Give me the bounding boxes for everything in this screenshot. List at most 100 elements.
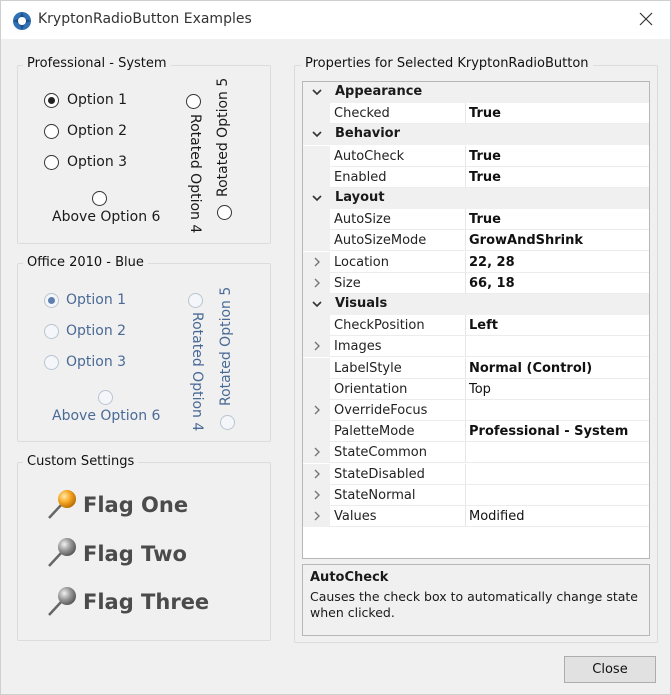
radio-pro-option-4[interactable] [186,94,201,109]
row-gutter [303,145,330,167]
radio-pro-option-4-label[interactable]: Rotated Option 4 [187,114,203,233]
property-row-autosize[interactable]: AutoSize True [303,209,649,231]
radio-pro-option-6[interactable] [92,191,107,206]
radio-pro-option-2[interactable] [44,124,59,139]
radio-office-option-1-label[interactable]: Option 1 [66,292,126,308]
column-divider [465,230,466,252]
property-row-statecommon[interactable]: StateCommon [303,442,649,464]
chevron-right-icon[interactable] [311,340,323,352]
property-value[interactable]: True [469,212,501,227]
property-row-checked[interactable]: Checked True [303,103,649,125]
group-professional-title: Professional - System [23,56,171,71]
column-divider [465,463,466,485]
property-row-images[interactable]: Images [303,336,649,358]
chevron-right-icon[interactable] [311,489,323,501]
category-appearance[interactable]: Appearance [303,82,649,103]
close-window-icon[interactable] [636,9,656,29]
property-value[interactable]: GrowAndShrink [469,233,583,248]
radio-office-option-2-label[interactable]: Option 2 [66,323,126,339]
radio-pro-option-1[interactable] [44,93,59,108]
property-row-labelstyle[interactable]: LabelStyle Normal (Control) [303,357,649,379]
property-name: AutoSizeMode [334,233,427,249]
radio-office-option-3[interactable] [44,355,59,370]
krypton-logo-icon [13,12,31,30]
property-row-statenormal[interactable]: StateNormal [303,484,649,506]
radio-office-option-2[interactable] [44,324,59,339]
property-row-enabled[interactable]: Enabled True [303,166,649,188]
property-row-orientation[interactable]: Orientation Top [303,378,649,400]
flag-three-label[interactable]: Flag Three [83,590,209,614]
radio-office-option-3-label[interactable]: Option 3 [66,354,126,370]
flag-one-label[interactable]: Flag One [83,493,188,517]
radio-office-option-5-label[interactable]: Rotated Option 5 [218,287,234,406]
chevron-right-icon[interactable] [311,510,323,522]
radio-pro-option-5[interactable] [217,205,232,220]
property-row-values[interactable]: Values Modified [303,506,649,527]
radio-pro-option-5-label[interactable]: Rotated Option 5 [215,78,231,197]
radio-office-option-6[interactable] [98,390,113,405]
column-divider [465,145,466,167]
property-value[interactable]: Professional - System [469,424,628,439]
property-name: Orientation [334,381,408,397]
group-office-title: Office 2010 - Blue [23,255,148,270]
property-value[interactable]: True [469,170,501,185]
property-value[interactable]: Top [469,382,491,397]
close-button[interactable]: Close [564,656,656,683]
property-value[interactable]: True [469,106,501,121]
chevron-down-icon[interactable] [311,128,323,140]
property-row-size[interactable]: Size 66, 18 [303,272,649,294]
property-row-palettemode[interactable]: PaletteMode Professional - System [303,421,649,443]
radio-pro-option-2-label[interactable]: Option 2 [67,123,127,139]
column-divider [465,315,466,337]
radio-office-option-6-label[interactable]: Above Option 6 [52,408,160,424]
column-divider [465,336,466,358]
property-name: StateDisabled [334,466,425,482]
category-visuals[interactable]: Visuals [303,294,649,315]
chevron-right-icon[interactable] [311,446,323,458]
properties-title: Properties for Selected KryptonRadioButt… [301,56,593,71]
property-value[interactable]: 22, 28 [469,255,515,270]
chevron-down-icon[interactable] [311,192,323,204]
chevron-right-icon[interactable] [311,277,323,289]
property-value[interactable]: Left [469,318,498,333]
property-name: Enabled [334,169,387,185]
radio-pro-option-1-label[interactable]: Option 1 [67,92,127,108]
category-behavior[interactable]: Behavior [303,124,649,146]
property-row-statedisabled[interactable]: StateDisabled [303,463,649,485]
pin-gray-icon[interactable] [45,586,79,618]
radio-office-option-4-label[interactable]: Rotated Option 4 [189,312,205,431]
radio-pro-option-3[interactable] [44,155,59,170]
radio-office-option-4[interactable] [188,293,203,308]
radio-pro-option-3-label[interactable]: Option 3 [67,154,127,170]
chevron-right-icon[interactable] [311,404,323,416]
pin-orange-icon[interactable] [45,489,79,521]
radio-pro-option-6-label[interactable]: Above Option 6 [52,209,160,225]
property-help-panel: AutoCheck Causes the check box to automa… [302,564,650,636]
row-gutter [303,209,330,231]
category-layout[interactable]: Layout [303,188,649,209]
property-row-overridefocus[interactable]: OverrideFocus [303,400,649,421]
category-label: Layout [335,190,385,205]
property-value[interactable]: Normal (Control) [469,361,592,376]
flag-two-label[interactable]: Flag Two [83,542,187,566]
property-grid[interactable]: Appearance Checked True Behavior AutoCheck Tr… [302,81,650,559]
radio-office-option-5[interactable] [220,415,235,430]
property-value[interactable]: True [469,149,501,164]
chevron-down-icon[interactable] [311,86,323,98]
property-value[interactable]: Modified [469,509,524,524]
property-row-checkposition[interactable]: CheckPosition Left [303,315,649,337]
radio-office-option-1[interactable] [44,293,59,308]
property-row-location[interactable]: Location 22, 28 [303,251,649,273]
property-value[interactable]: 66, 18 [469,276,515,291]
property-row-autosizemode[interactable]: AutoSizeMode GrowAndShrink [303,230,649,252]
chevron-down-icon[interactable] [311,298,323,310]
property-row-autocheck[interactable]: AutoCheck True [303,145,649,167]
chevron-right-icon[interactable] [311,256,323,268]
row-gutter [303,357,330,379]
chevron-right-icon[interactable] [311,468,323,480]
pin-gray-icon[interactable] [45,537,79,569]
row-gutter [303,315,330,337]
title-bar[interactable]: KryptonRadioButton Examples [1,1,670,39]
property-name: CheckPosition [334,318,425,334]
row-gutter [303,166,330,188]
